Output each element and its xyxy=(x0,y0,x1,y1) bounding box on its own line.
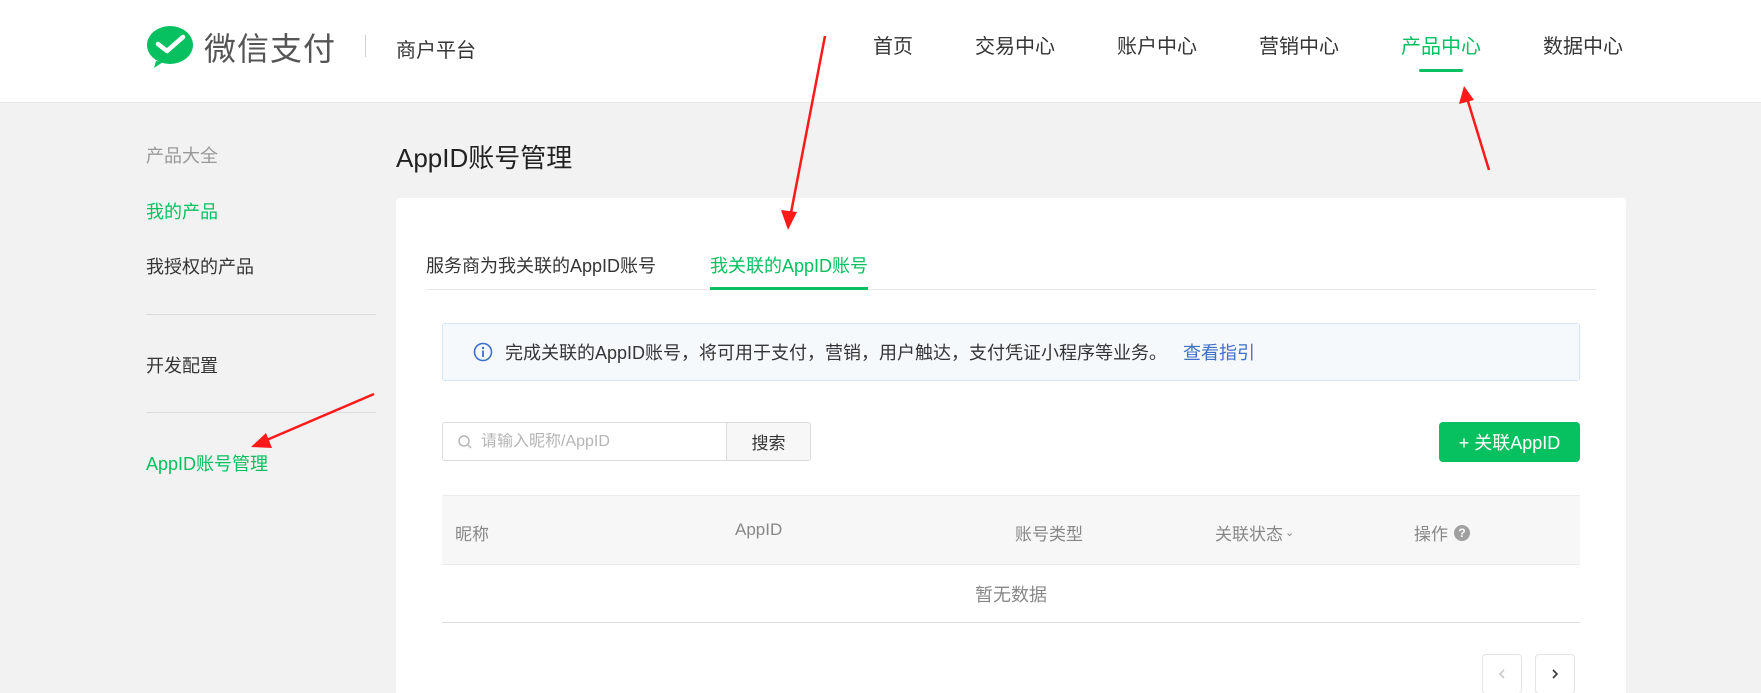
sidebar-divider xyxy=(146,412,376,413)
nav-transactions[interactable]: 交易中心 xyxy=(975,30,1055,59)
sidebar-item-authorized-products[interactable]: 我授权的产品 xyxy=(146,253,254,279)
tab-my-linked-appids[interactable]: 我关联的AppID账号 xyxy=(710,252,869,290)
column-header-account-type: 账号类型 xyxy=(1015,525,1083,544)
empty-state: 暂无数据 xyxy=(442,565,1580,623)
platform-name: 商户平台 xyxy=(396,40,476,62)
nav-data[interactable]: 数据中心 xyxy=(1543,30,1623,59)
top-header: 微信支付 商户平台 首页 交易中心 账户中心 营销中心 产品中心 数据中心 xyxy=(0,0,1761,103)
top-nav: 首页 交易中心 账户中心 营销中心 产品中心 数据中心 xyxy=(873,30,1623,72)
sidebar-item-my-products[interactable]: 我的产品 xyxy=(146,198,218,224)
logo-separator xyxy=(365,35,366,57)
wechat-pay-logo-icon xyxy=(147,26,193,68)
chevron-left-icon xyxy=(1498,669,1505,679)
info-icon xyxy=(473,342,493,362)
link-appid-button[interactable]: + 关联AppID xyxy=(1439,422,1580,462)
notice-text: 完成关联的AppID账号，将可用于支付，营销，用户触达，支付凭证小程序等业务。 xyxy=(505,343,1168,363)
chevron-down-icon: ⌄ xyxy=(1285,527,1295,539)
table-header: 昵称 AppID 账号类型 关联状态 ⌄ 操作? xyxy=(442,495,1580,565)
info-notice: 完成关联的AppID账号，将可用于支付，营销，用户触达，支付凭证小程序等业务。 … xyxy=(442,323,1580,381)
search-button[interactable]: 搜索 xyxy=(726,422,811,461)
search-icon xyxy=(458,434,472,448)
guide-link[interactable]: 查看指引 xyxy=(1183,339,1255,365)
content-panel: 服务商为我关联的AppID账号 我关联的AppID账号 完成关联的AppID账号… xyxy=(396,198,1626,693)
tab-provider-linked-appids[interactable]: 服务商为我关联的AppID账号 xyxy=(426,252,656,278)
wechat-pay-logo[interactable]: 微信支付 xyxy=(146,24,336,70)
search-input[interactable] xyxy=(481,432,721,451)
column-header-actions: 操作? xyxy=(1414,520,1470,545)
nav-marketing[interactable]: 营销中心 xyxy=(1259,30,1339,59)
search-field[interactable] xyxy=(442,422,726,461)
arrow-to-sidebar-icon xyxy=(251,392,375,448)
nav-products[interactable]: 产品中心 xyxy=(1401,30,1481,72)
tab-bar: 服务商为我关联的AppID账号 我关联的AppID账号 xyxy=(426,198,1596,290)
prev-page-button[interactable] xyxy=(1482,654,1522,693)
nav-account[interactable]: 账户中心 xyxy=(1117,30,1197,59)
sidebar-group-label: 产品大全 xyxy=(146,146,218,166)
sidebar-divider xyxy=(146,314,376,315)
next-page-button[interactable] xyxy=(1535,654,1575,693)
sidebar-item-dev-config[interactable]: 开发配置 xyxy=(146,352,218,378)
column-header-link-status[interactable]: 关联状态 ⌄ xyxy=(1215,520,1294,545)
page-title: AppID账号管理 xyxy=(396,143,573,173)
logo-text: 微信支付 xyxy=(204,30,337,68)
chevron-right-icon xyxy=(1552,669,1559,679)
help-icon[interactable]: ? xyxy=(1454,524,1470,541)
nav-home[interactable]: 首页 xyxy=(873,30,913,59)
sidebar-item-appid-management[interactable]: AppID账号管理 xyxy=(146,450,268,476)
column-header-appid: AppID xyxy=(735,520,783,539)
column-header-nickname: 昵称 xyxy=(455,525,489,544)
